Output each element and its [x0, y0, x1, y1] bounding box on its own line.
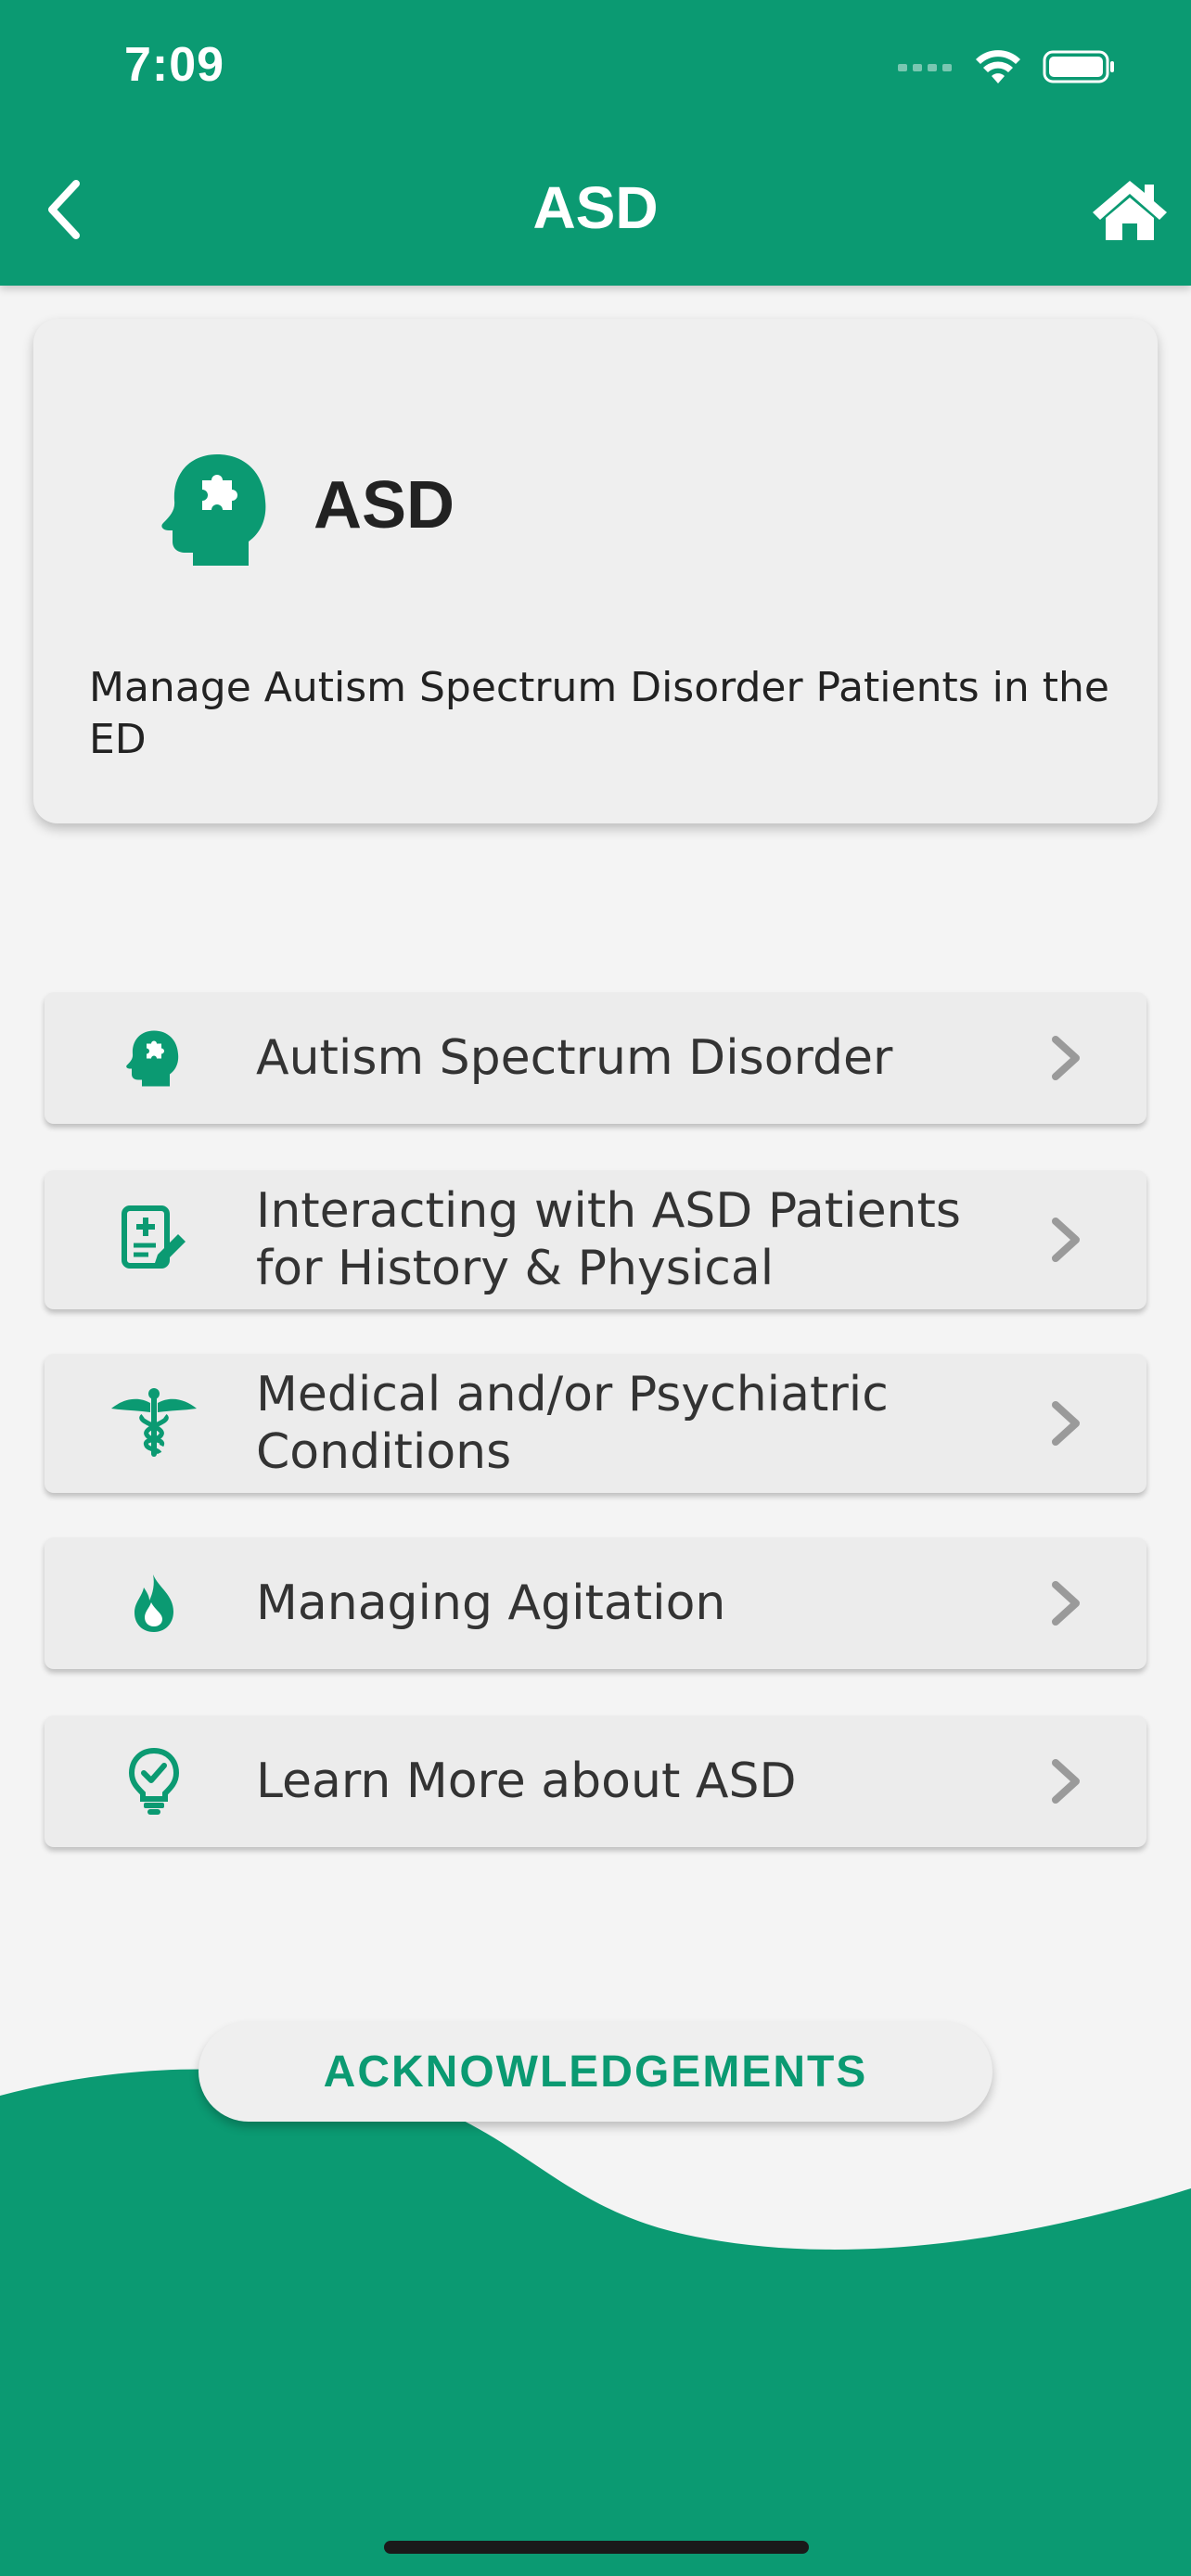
acknowledgements-button[interactable]: ACKNOWLEDGEMENTS	[198, 2021, 992, 2122]
home-indicator[interactable]	[384, 2541, 809, 2554]
hero-card: ASD Manage Autism Spectrum Disorder Pati…	[33, 319, 1158, 823]
battery-icon	[1043, 50, 1114, 83]
chevron-right-icon	[1052, 1581, 1080, 1626]
page-title: ASD	[532, 174, 659, 241]
status-time: 7:09	[124, 38, 225, 92]
home-button[interactable]	[1087, 172, 1172, 247]
menu-item-managing-agitation[interactable]: Managing Agitation	[45, 1537, 1146, 1669]
chevron-right-icon	[1052, 1036, 1080, 1080]
hero-description: Manage Autism Spectrum Disorder Patients…	[89, 664, 1109, 763]
chevron-right-icon	[1052, 1401, 1080, 1446]
home-icon	[1093, 181, 1167, 240]
app-bar: 7:09 ASD	[0, 0, 1191, 286]
chevron-right-icon	[1052, 1759, 1080, 1804]
menu-icon-wrap	[108, 1382, 200, 1465]
menu-item-learn-more-asd[interactable]: Learn More about ASD	[45, 1715, 1146, 1847]
status-icons	[898, 45, 1117, 89]
menu-item-label: Autism Spectrum Disorder	[256, 1030, 893, 1086]
lightbulb-check-icon	[128, 1747, 180, 1815]
menu-item-label: Medical and/or Psychiatric Conditions	[256, 1367, 889, 1480]
menu-item-medical-psychiatric-conditions[interactable]: Medical and/or Psychiatric Conditions	[45, 1354, 1146, 1493]
hero-title: ASD	[314, 468, 455, 542]
caduceus-icon	[111, 1388, 197, 1457]
menu-item-autism-spectrum-disorder[interactable]: Autism Spectrum Disorder	[45, 992, 1146, 1124]
flame-icon	[134, 1575, 173, 1632]
head-puzzle-icon	[161, 454, 266, 566]
menu-icon-wrap	[108, 1562, 200, 1645]
menu-item-label: Learn More about ASD	[256, 1753, 797, 1809]
chevron-right-icon	[1052, 1218, 1080, 1262]
menu-item-label: Interacting with ASD Patients for Histor…	[256, 1183, 961, 1296]
wifi-icon	[976, 50, 1020, 83]
menu-item-label: Managing Agitation	[256, 1575, 726, 1631]
head-puzzle-icon	[126, 1030, 179, 1087]
menu-icon-wrap	[108, 1740, 200, 1823]
cellular-signal-icon	[898, 64, 952, 71]
menu-item-interacting-history-physical[interactable]: Interacting with ASD Patients for Histor…	[45, 1170, 1146, 1309]
menu-icon-wrap	[108, 1016, 200, 1100]
menu-icon-wrap	[108, 1198, 200, 1282]
medical-form-pencil-icon	[122, 1205, 186, 1269]
